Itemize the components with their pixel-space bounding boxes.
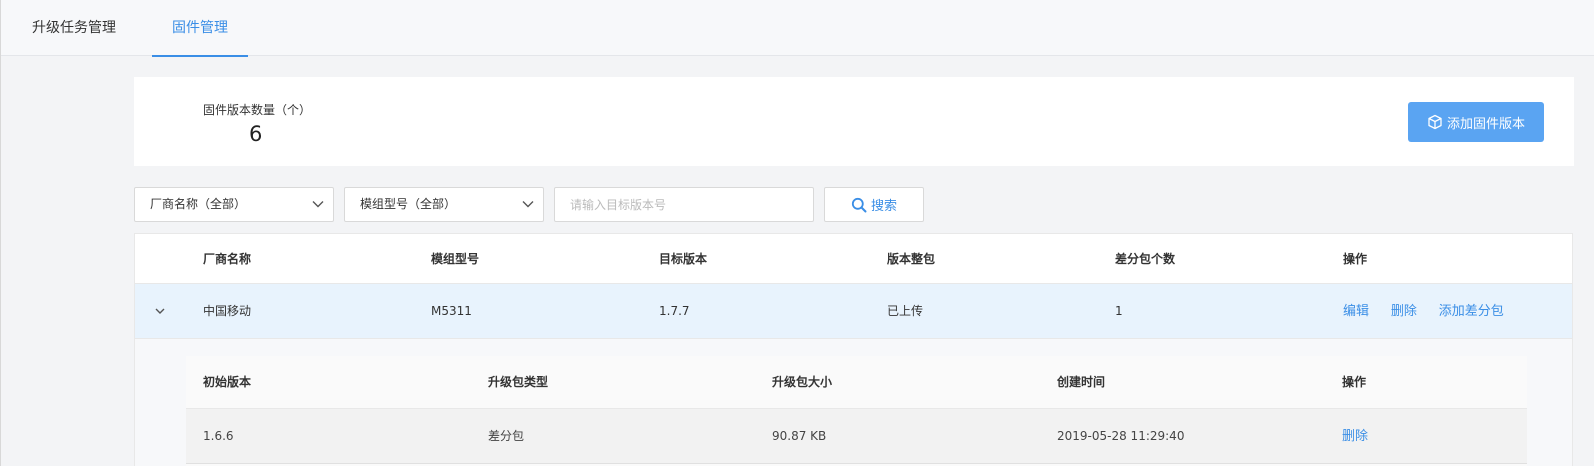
col-package-size: 升级包大小 (772, 375, 833, 389)
vendor-select-value: 厂商名称（全部） (150, 197, 247, 211)
chevron-down-icon (522, 201, 534, 208)
col-initial-version: 初始版本 (203, 375, 252, 389)
diff-table-row: 1.6.6 差分包 90.87 KB 2019-05-28 11:29:40 删… (186, 409, 1527, 464)
add-firmware-version-label: 添加固件版本 (1446, 116, 1525, 132)
col-diff-count: 差分包个数 (1115, 252, 1176, 266)
add-firmware-version-button[interactable]: 添加固件版本 (1408, 102, 1544, 142)
cell-diff-count: 1 (1115, 304, 1123, 318)
cell-created-at: 2019-05-28 11:29:40 (1057, 429, 1185, 443)
col-full-package: 版本整包 (887, 252, 936, 266)
col-created-at: 创建时间 (1057, 375, 1106, 389)
cell-package-size: 90.87 KB (772, 429, 827, 443)
search-button[interactable]: 搜索 (824, 187, 924, 222)
chevron-down-icon (312, 201, 324, 208)
cell-actions: 编辑 删除 添加差分包 (1343, 284, 1504, 339)
firmware-count-label: 固件版本数量（个） (203, 103, 312, 117)
table-header: 厂商名称 模组型号 目标版本 版本整包 差分包个数 操作 (135, 234, 1572, 284)
cell-package-type: 差分包 (488, 429, 525, 443)
diff-package-table: 初始版本 升级包类型 升级包大小 创建时间 操作 1.6.6 差分包 90.87… (186, 356, 1527, 466)
cell-diff-actions: 删除 (1342, 409, 1368, 464)
model-select-value: 模组型号（全部） (360, 197, 457, 211)
cell-vendor: 中国移动 (203, 304, 252, 318)
col-actions: 操作 (1343, 252, 1368, 266)
add-diff-package-link[interactable]: 添加差分包 (1439, 304, 1504, 319)
top-tabs: 升级任务管理 固件管理 (1, 0, 1594, 57)
cell-target-version: 1.7.7 (659, 304, 690, 318)
cube-icon (1428, 114, 1442, 130)
tab-firmware-management[interactable]: 固件管理 (152, 0, 248, 57)
tab-upgrade-tasks[interactable]: 升级任务管理 (1, 0, 147, 56)
table-row[interactable]: 中国移动 M5311 1.7.7 已上传 1 编辑 删除 添加差分包 (135, 284, 1572, 339)
search-icon (851, 197, 867, 212)
firmware-summary-panel: 固件版本数量（个） 6 添加固件版本 (134, 77, 1574, 166)
col-diff-actions: 操作 (1342, 375, 1367, 389)
delete-diff-link[interactable]: 删除 (1342, 429, 1368, 444)
col-vendor: 厂商名称 (203, 252, 252, 266)
diff-table-header: 初始版本 升级包类型 升级包大小 创建时间 操作 (186, 356, 1527, 409)
delete-link[interactable]: 删除 (1391, 304, 1417, 319)
model-select[interactable]: 模组型号（全部） (344, 187, 544, 222)
edit-link[interactable]: 编辑 (1343, 304, 1369, 319)
col-target-version: 目标版本 (659, 252, 708, 266)
vendor-select[interactable]: 厂商名称（全部） (134, 187, 334, 222)
cell-initial-version: 1.6.6 (203, 429, 234, 443)
firmware-count-value: 6 (249, 122, 263, 146)
cell-model: M5311 (431, 304, 472, 318)
col-package-type: 升级包类型 (488, 375, 549, 389)
firmware-table: 厂商名称 模组型号 目标版本 版本整包 差分包个数 操作 中国移动 M5311 … (134, 233, 1573, 466)
target-version-input[interactable] (554, 187, 814, 222)
cell-full-package: 已上传 (887, 304, 924, 318)
col-model: 模组型号 (431, 252, 480, 266)
expanded-row-detail: 初始版本 升级包类型 升级包大小 创建时间 操作 1.6.6 差分包 90.87… (135, 339, 1572, 466)
search-button-label: 搜索 (870, 199, 897, 214)
chevron-down-icon[interactable] (153, 304, 167, 318)
